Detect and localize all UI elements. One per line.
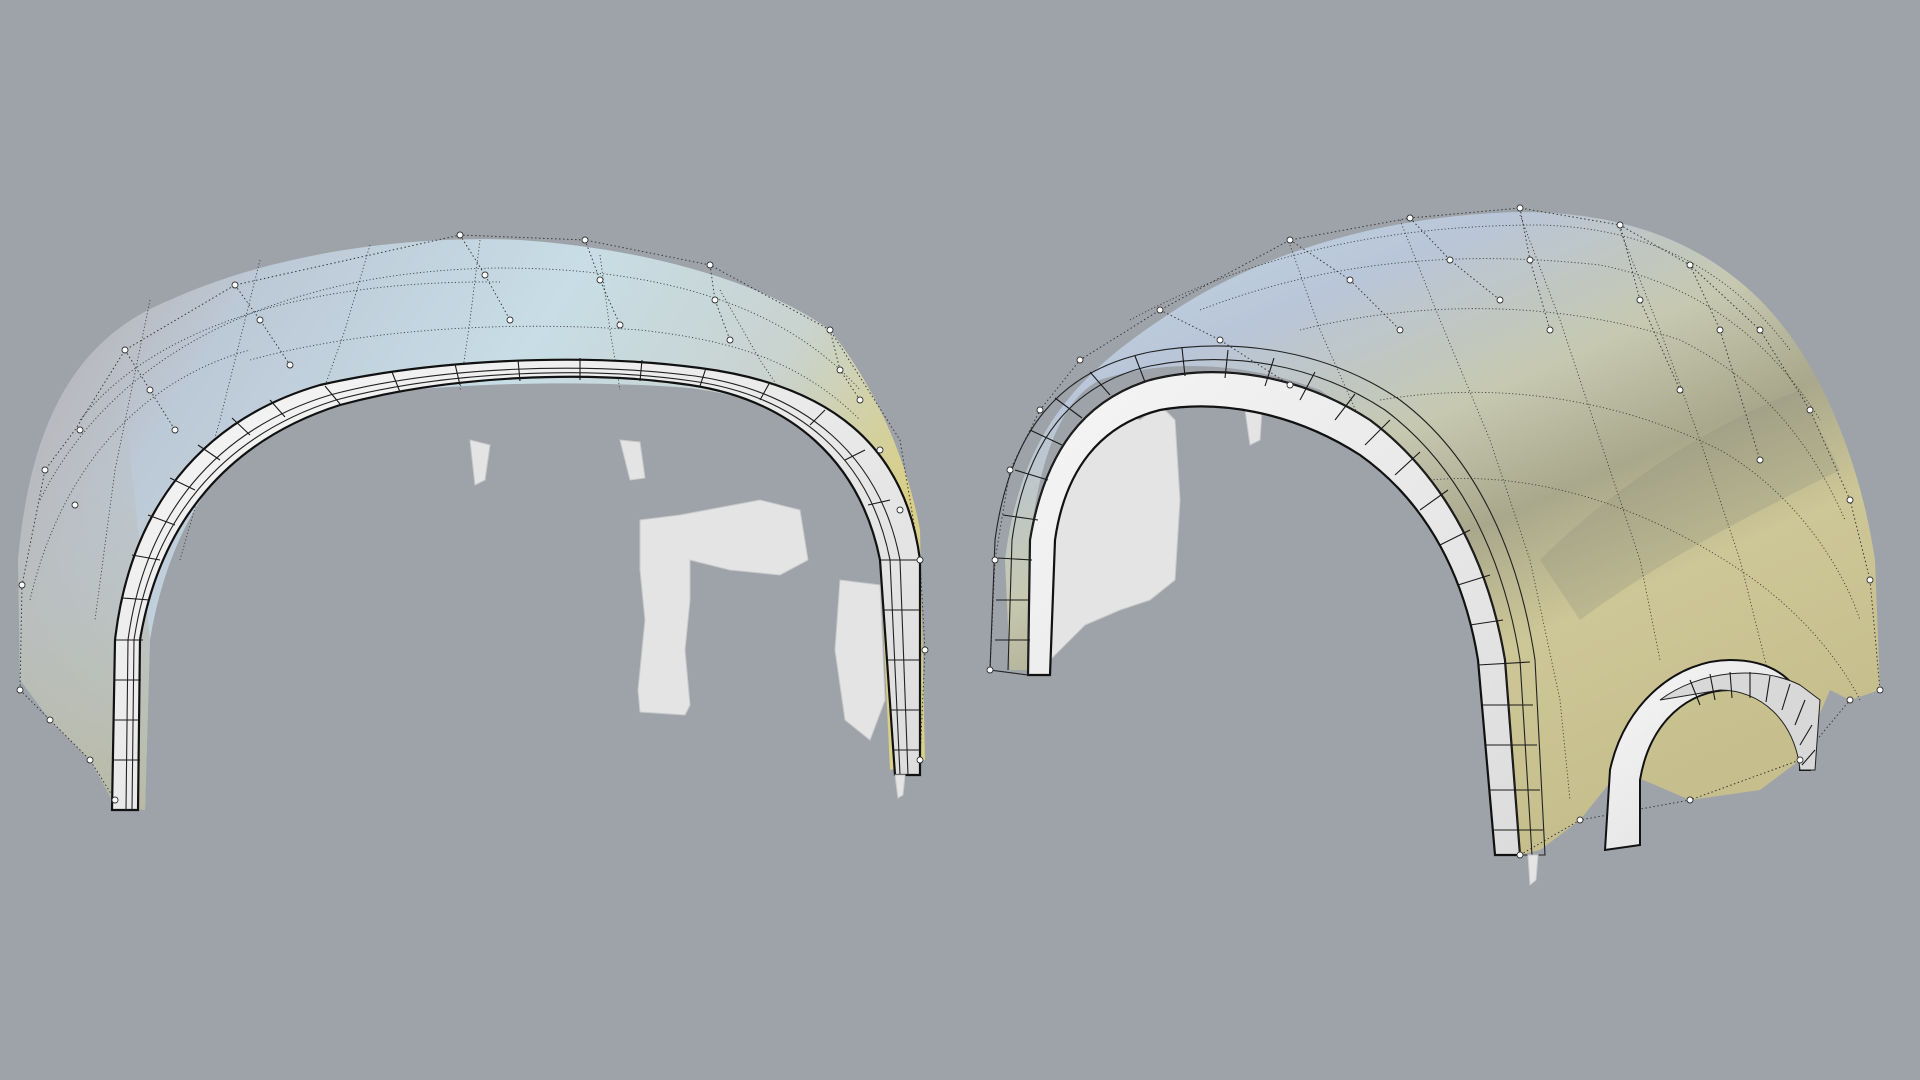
vault-left-mesh-fragment [834,579,886,741]
vault-left-mesh-pillar [637,499,809,716]
vault-right-mesh-fragment [1244,409,1263,446]
vault-right-mesh-fragment [1527,854,1539,887]
vault-left-mesh-fragment [894,774,906,799]
viewport-canvas[interactable] [0,0,1920,1080]
vault-left-mesh-fragment [619,439,646,481]
vault-left-mesh-fragment [469,439,491,486]
vault-left[interactable] [16,231,929,812]
vault-right[interactable] [894,204,1884,887]
3d-viewport[interactable] [0,0,1920,1080]
vault-left-front-rib[interactable] [110,358,922,812]
